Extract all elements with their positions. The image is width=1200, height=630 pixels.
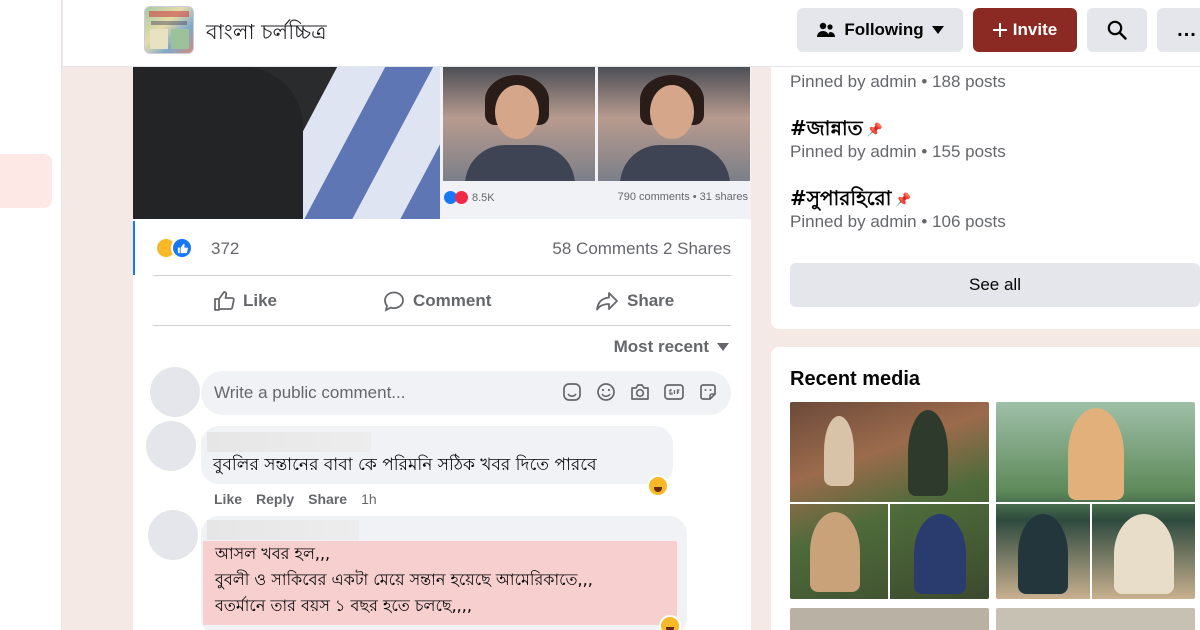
sticker-icon[interactable]: [561, 381, 583, 403]
share-button[interactable]: Share: [595, 287, 674, 315]
search-icon: [1107, 20, 1127, 40]
embedded-photo-right: [598, 67, 750, 181]
comment-line: বতর্মানে তার বয়স ১ বছর হতে চলছে,,,,: [215, 596, 472, 615]
reactions-summary: 372 58 Comments 2 Shares: [133, 221, 751, 275]
thumbs-up-icon: [214, 291, 235, 311]
post-card: 8.5K 790 comments • 31 shares 372 58 Com…: [133, 67, 751, 630]
sort-label: Most recent: [613, 337, 709, 356]
embedded-reaction-count: 8.5K: [472, 191, 495, 204]
reaction-count[interactable]: 372: [211, 239, 239, 259]
comments-shares-count[interactable]: 58 Comments 2 Shares: [552, 239, 731, 259]
like-label: Like: [243, 291, 278, 310]
comment-button[interactable]: Comment: [383, 287, 491, 315]
comment-input-tools: [561, 381, 719, 403]
divider: [153, 325, 731, 326]
following-button[interactable]: Following: [797, 8, 963, 52]
pinned-topic-meta: Pinned by admin • 155 posts: [790, 142, 1006, 161]
comment-input[interactable]: Write a public comment...: [201, 371, 731, 415]
share-arrow-icon: [596, 292, 618, 311]
comment-like-link[interactable]: Like: [214, 491, 242, 507]
embedded-photo-left: [443, 67, 595, 181]
blurred-commenter-name: [207, 432, 371, 452]
people-icon: [817, 22, 836, 37]
recent-media-thumbnail[interactable]: [790, 608, 989, 630]
following-label: Following: [844, 20, 924, 39]
recent-media-card: Recent media: [771, 347, 1200, 630]
comment-sort-dropdown[interactable]: Most recent: [614, 337, 729, 357]
divider: [153, 275, 731, 276]
comment-line: আসল খবর হল,,,: [215, 544, 331, 563]
more-label: ...: [1177, 18, 1197, 41]
share-label: Share: [627, 291, 675, 310]
reaction-icons[interactable]: [155, 237, 193, 259]
plus-icon: [992, 23, 1007, 37]
left-navigation-strip: [0, 0, 62, 630]
group-cover-thumbnail[interactable]: [144, 6, 194, 54]
caret-down-icon: [717, 343, 729, 351]
caret-down-icon: [931, 26, 944, 34]
camera-icon[interactable]: [629, 381, 651, 403]
highlighted-comment-text: আসল খবর হল,,, বুবলী ও সাকিবের একটা মেয়ে…: [203, 541, 677, 625]
group-header: বাংলা চর্লচ্চিত্র Following Invite ...: [63, 0, 1200, 67]
recent-media-thumbnail[interactable]: [996, 402, 1195, 599]
pinned-topic-meta: Pinned by admin • 106 posts: [790, 212, 1006, 231]
comment-actions: Like Reply Share 1h: [214, 491, 377, 507]
gif-icon[interactable]: [663, 381, 685, 403]
comment-line: বুবলী ও সাকিবের একটা মেয়ে সন্তান হয়েছে…: [215, 570, 593, 589]
embedded-post-screenshot[interactable]: 8.5K 790 comments • 31 shares: [440, 67, 751, 219]
recent-media-thumbnail[interactable]: [996, 608, 1195, 630]
recent-media-title: Recent media: [790, 368, 921, 390]
invite-label: Invite: [1012, 20, 1058, 39]
recent-media-grid: [790, 402, 1200, 630]
comment-label: Comment: [413, 291, 492, 310]
more-options-button[interactable]: ...: [1157, 8, 1200, 52]
see-all-button[interactable]: See all: [790, 263, 1200, 307]
pinned-topics-card: Pinned by admin • 188 posts #জান্নাত 📌 P…: [771, 67, 1200, 329]
recent-media-thumbnail[interactable]: [790, 402, 989, 599]
comment-text: বুবলির সন্তানের বাবা কে পরিমনি সঠিক খবর …: [213, 455, 597, 475]
commenter-avatar[interactable]: [148, 510, 198, 560]
comment-reply-link[interactable]: Reply: [256, 491, 294, 507]
invite-button[interactable]: Invite: [973, 8, 1077, 52]
comment-timestamp[interactable]: 1h: [361, 491, 377, 507]
comment-input-placeholder: Write a public comment...: [214, 383, 406, 402]
haha-reaction-icon[interactable]: [647, 475, 669, 497]
group-name[interactable]: বাংলা চর্লচ্চিত্র: [206, 16, 327, 51]
comment-share-link[interactable]: Share: [308, 491, 347, 507]
pin-icon: 📌: [866, 123, 883, 138]
emoji-icon[interactable]: [595, 381, 617, 403]
embedded-reactions: 8.5K: [444, 191, 495, 204]
speech-bubble-icon: [384, 291, 404, 312]
blurred-commenter-name: [207, 520, 359, 540]
like-button[interactable]: Like: [213, 287, 277, 315]
left-nav-active-item[interactable]: [0, 154, 52, 208]
avatar-sticker-icon[interactable]: [697, 381, 719, 403]
post-image-sweater[interactable]: [133, 67, 440, 219]
embedded-comments-shares: 790 comments • 31 shares: [617, 191, 748, 203]
current-user-avatar[interactable]: [150, 367, 200, 417]
commenter-avatar[interactable]: [146, 421, 196, 471]
haha-reaction-icon[interactable]: [659, 615, 681, 630]
like-reaction-icon: [171, 237, 193, 259]
pin-icon: 📌: [895, 193, 912, 208]
comment-bubble: বুবলির সন্তানের বাবা কে পরিমনি সঠিক খবর …: [201, 426, 673, 484]
search-button[interactable]: [1087, 8, 1147, 52]
pinned-topic-meta: Pinned by admin • 188 posts: [790, 72, 1006, 91]
